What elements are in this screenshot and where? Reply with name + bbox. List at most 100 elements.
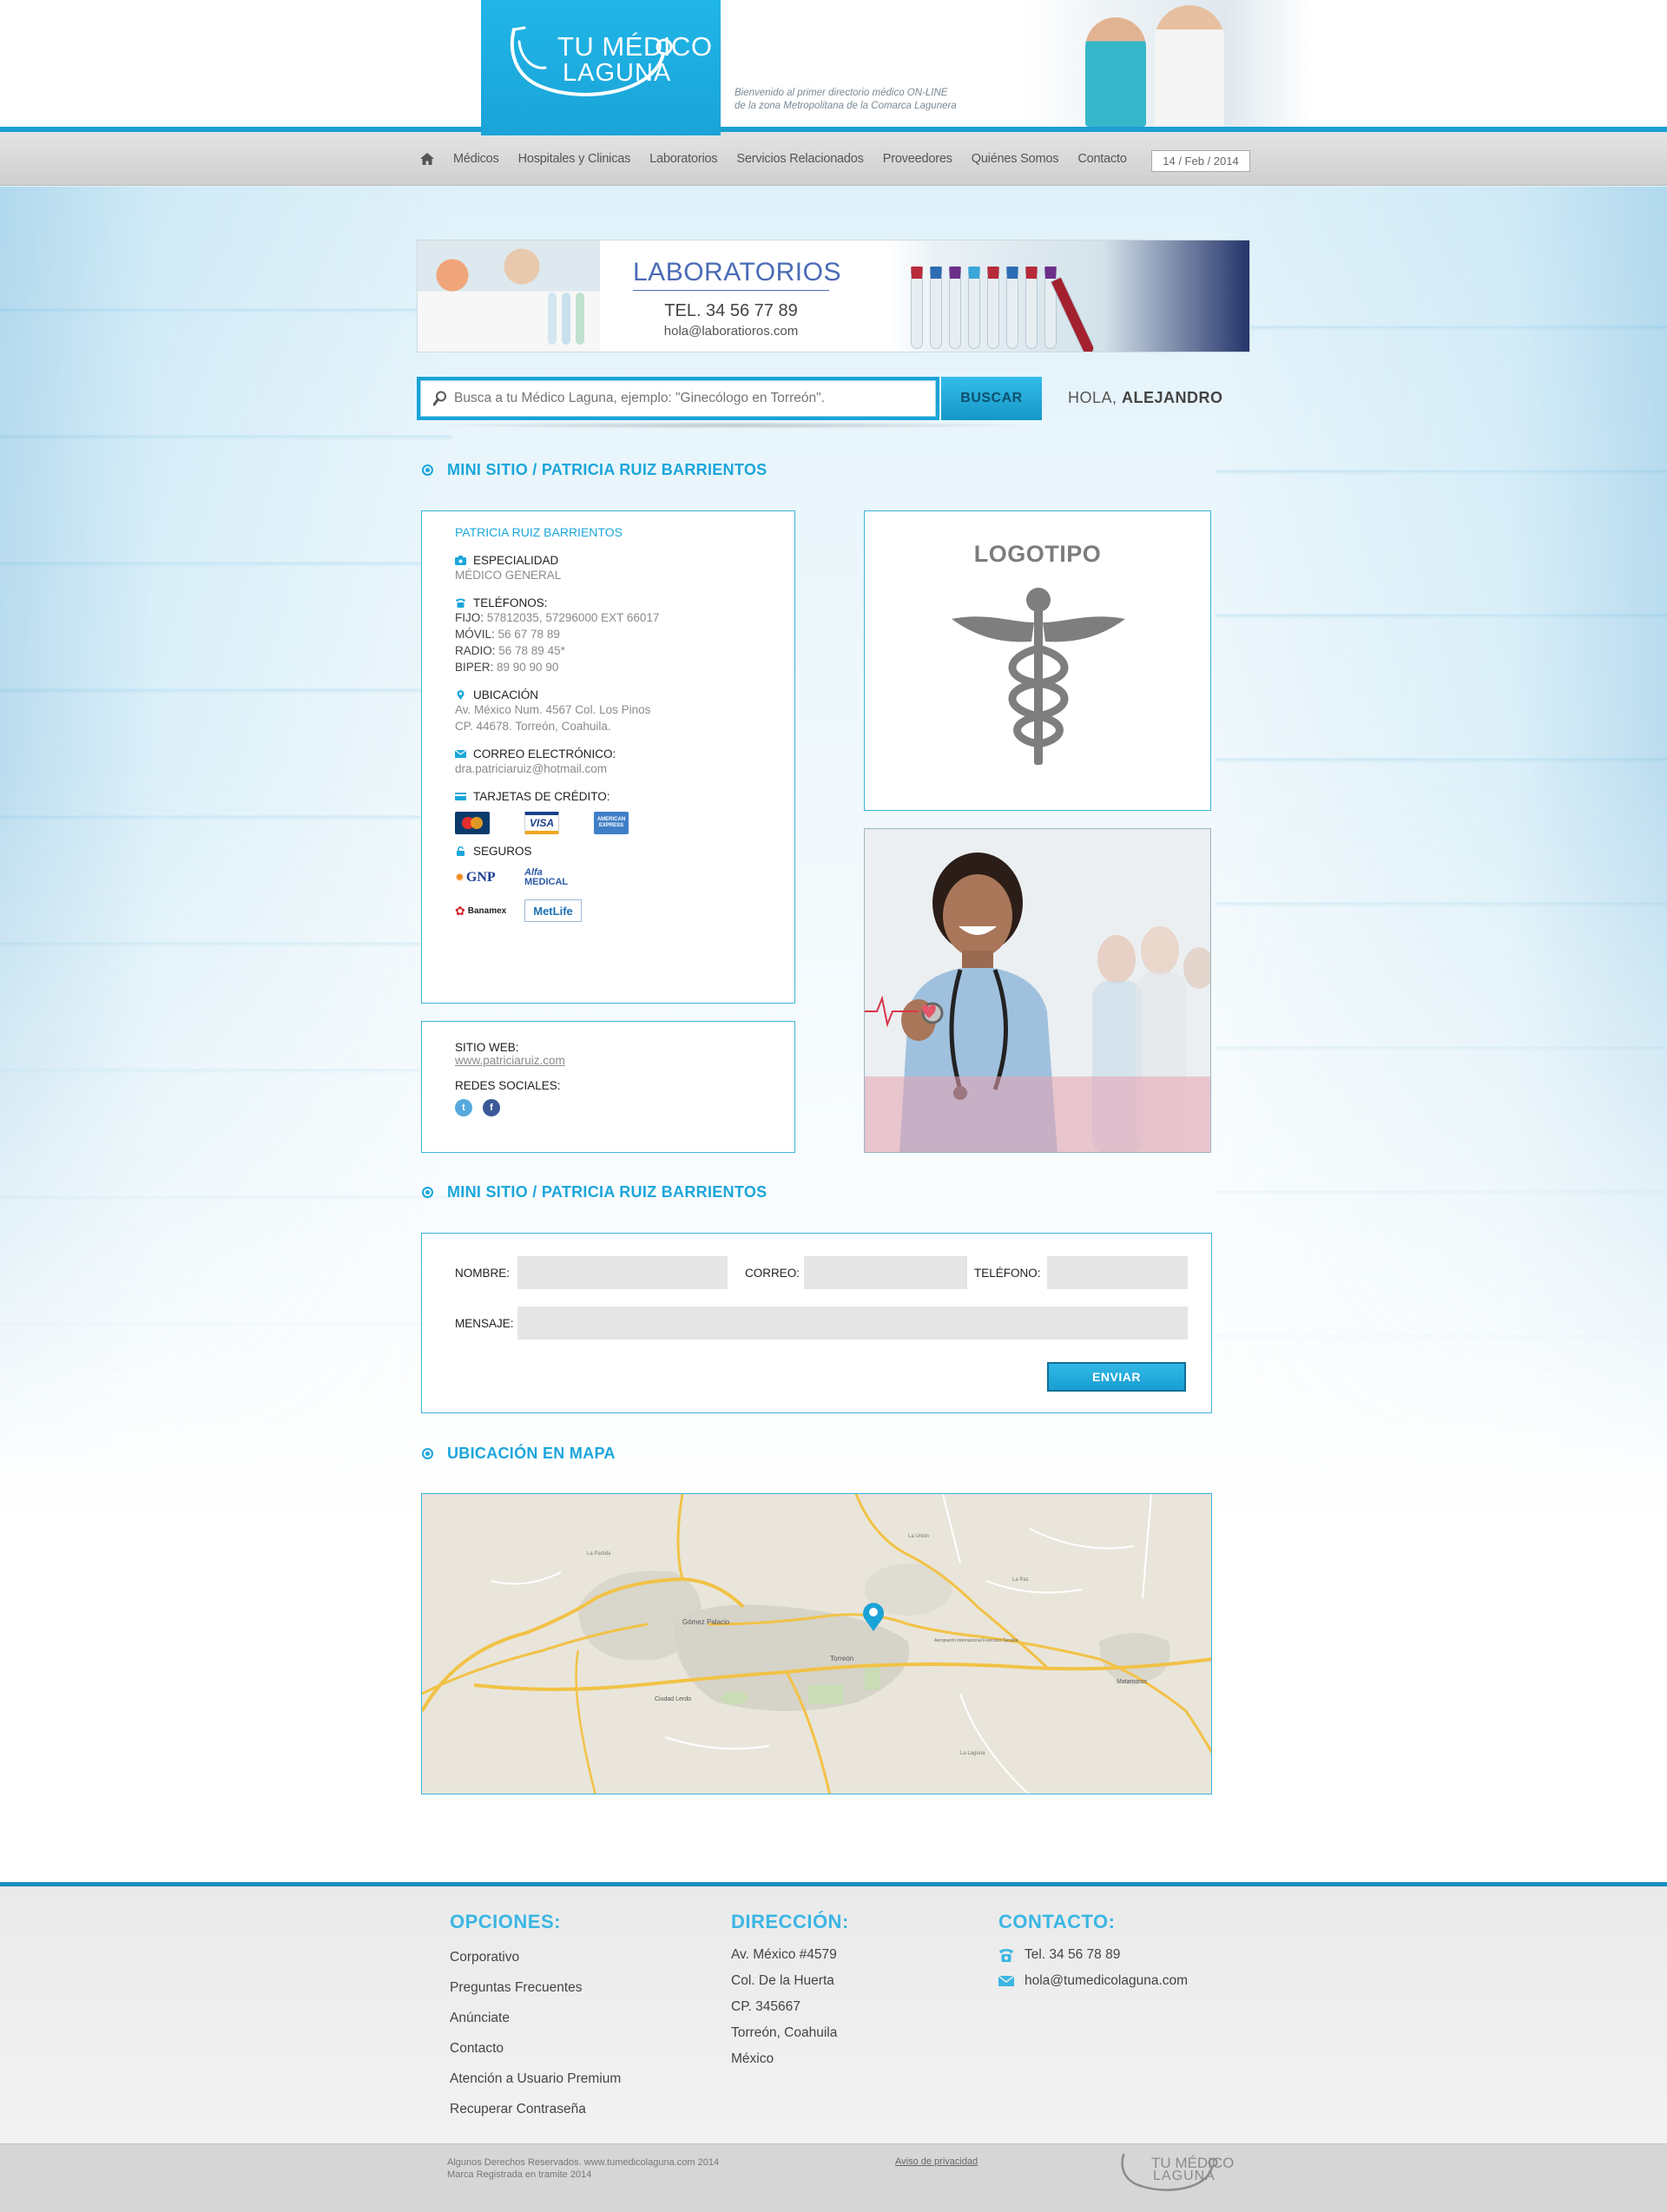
nav-item-servicios[interactable]: Servicios Relacionados xyxy=(736,152,864,166)
name-input[interactable] xyxy=(517,1256,728,1289)
banner-title: LABORATORIOS xyxy=(633,258,840,291)
website-label: SITIO WEB: xyxy=(455,1041,519,1054)
phones-label: TELÉFONOS: xyxy=(473,596,548,609)
bullet-icon xyxy=(422,1448,433,1459)
map-label-la-laguna: La Laguna xyxy=(960,1751,985,1756)
site-logo[interactable]: TU MÉDICO LAGUNA xyxy=(481,0,721,135)
footer-address-line: Av. México #4579 xyxy=(731,1947,837,1962)
amex-icon: AMERICAN EXPRESS xyxy=(594,812,629,834)
section-title-contact-form: MINI SITIO / PATRICIA RUIZ BARRIENTOS xyxy=(422,1183,767,1201)
footer-address-title: DIRECCIÓN: xyxy=(731,1911,849,1932)
insurance-label: SEGUROS xyxy=(473,845,532,858)
footer-link-corporativo[interactable]: Corporativo xyxy=(450,1942,621,1972)
message-label: MENSAJE: xyxy=(455,1317,514,1330)
phone-fijo: FIJO: 57812035, 57296000 EXT 66017 xyxy=(455,611,660,624)
banner-tel: TEL. 34 56 77 89 xyxy=(664,301,798,320)
envelope-icon xyxy=(998,1975,1014,1986)
tagline: Bienvenido al primer directorio médico O… xyxy=(735,88,957,111)
location-pin-icon xyxy=(457,690,465,700)
website-link[interactable]: www.patriciaruiz.com xyxy=(455,1054,794,1067)
nav-item-contacto[interactable]: Contacto xyxy=(1077,152,1127,166)
cards-label: TARJETAS DE CRÉDITO: xyxy=(473,790,610,803)
nav-item-quienes-somos[interactable]: Quiénes Somos xyxy=(972,152,1059,166)
phone-radio: RADIO: 56 78 89 45* xyxy=(455,644,565,657)
profile-card: PATRICIA RUIZ BARRIENTOS ESPECIALIDAD MÉ… xyxy=(421,510,795,1004)
map-label-ciudad-lerdo: Ciudad Lerdo xyxy=(655,1696,691,1702)
footer-address-line: Col. De la Huerta xyxy=(731,1973,834,1988)
alfa-medical-logo: Alfa MEDICAL xyxy=(524,867,569,887)
envelope-icon xyxy=(455,749,466,758)
mastercard-icon xyxy=(455,812,490,834)
nav-item-hospitales[interactable]: Hospitales y Clinicas xyxy=(518,152,631,166)
footer-link-anunciate[interactable]: Anúnciate xyxy=(450,2003,621,2033)
map-label-torreon: Torreón xyxy=(830,1655,853,1662)
credit-card-icon xyxy=(455,793,466,800)
footer-link-faq[interactable]: Preguntas Frecuentes xyxy=(450,1972,621,2003)
email-label: CORREO ELECTRÓNICO: xyxy=(473,747,616,760)
footer-link-premium[interactable]: Atención a Usuario Premium xyxy=(450,2064,621,2094)
map-label-matamoros: Matamoros xyxy=(1117,1679,1148,1685)
doctor-email[interactable]: dra.patriciaruiz@hotmail.com xyxy=(455,760,794,777)
location-line1: Av. México Num. 4567 Col. Los Pinos xyxy=(455,703,651,716)
location-line2: CP. 44678. Torreón, Coahuila. xyxy=(455,720,611,733)
doctor-name: PATRICIA RUIZ BARRIENTOS xyxy=(455,525,623,539)
background-corridor-right xyxy=(1216,187,1667,1489)
specialty-label: ESPECIALIDAD xyxy=(473,554,559,567)
footer-link-contacto[interactable]: Contacto xyxy=(450,2033,621,2064)
section-title-mini-site: MINI SITIO / PATRICIA RUIZ BARRIENTOS xyxy=(422,461,767,479)
header-doctors-photo xyxy=(1025,0,1311,127)
footer-contact-title: CONTACTO: xyxy=(998,1911,1116,1932)
email-input[interactable] xyxy=(804,1256,967,1289)
specialty-icon xyxy=(455,556,466,565)
phone-movil: MÓVIL: 56 67 78 89 xyxy=(455,628,560,641)
phone-biper: BIPER: 89 90 90 90 xyxy=(455,661,559,674)
map-label-la-partida: La Partida xyxy=(587,1551,611,1557)
footer-email[interactable]: hola@tumedicolaguna.com xyxy=(1025,1968,1188,1994)
logo-placeholder-title: LOGOTIPO xyxy=(973,541,1102,567)
twitter-icon[interactable]: t xyxy=(455,1099,472,1116)
name-label: NOMBRE: xyxy=(455,1267,511,1280)
search-bar xyxy=(417,377,939,420)
location-map[interactable]: Gómez Palacio Torreón Ciudad Lerdo Matam… xyxy=(421,1493,1212,1794)
message-input[interactable] xyxy=(517,1307,1188,1340)
search-input[interactable] xyxy=(454,391,906,406)
header: Bienvenido al primer directorio médico O… xyxy=(0,0,1667,128)
search-icon xyxy=(433,391,446,406)
footer: OPCIONES: Corporativo Preguntas Frecuent… xyxy=(0,1886,1667,2143)
banner-email: hola@laboratioros.com xyxy=(663,324,799,339)
map-label-la-union: La Unión xyxy=(908,1534,929,1539)
phone-input[interactable] xyxy=(1047,1256,1188,1289)
nav-item-laboratorios[interactable]: Laboratorios xyxy=(649,152,717,166)
search-button[interactable]: BUSCAR xyxy=(941,377,1042,420)
insurance-logos: ✹ GNP Alfa MEDICAL ✿ Banamex MetLife xyxy=(455,866,794,922)
main-nav: Médicos Hospitales y Clinicas Laboratori… xyxy=(0,132,1667,186)
lab-scientists-image xyxy=(418,240,600,352)
send-button[interactable]: ENVIAR xyxy=(1047,1362,1186,1392)
ad-banner-laboratorios[interactable]: LABORATORIOS TEL. 34 56 77 89 hola@labor… xyxy=(417,240,1250,352)
specialty-value: MÉDICO GENERAL xyxy=(455,569,562,582)
web-social-card: SITIO WEB: www.patriciaruiz.com REDES SO… xyxy=(421,1021,795,1153)
footer-options: OPCIONES: Corporativo Preguntas Frecuent… xyxy=(450,1911,621,2124)
home-icon[interactable] xyxy=(420,153,434,165)
test-tubes-image xyxy=(885,240,1249,352)
section-title-map: UBICACIÓN EN MAPA xyxy=(422,1445,616,1463)
user-name: ALEJANDRO xyxy=(1122,389,1223,406)
map-label-aeropuerto: Aeropuerto Internacional Francisco Sarab… xyxy=(934,1638,1018,1643)
footer-tel: Tel. 34 56 78 89 xyxy=(1025,1947,1121,1962)
map-label-gomez-palacio: Gómez Palacio xyxy=(682,1618,730,1626)
phone-label: TELÉFONO: xyxy=(974,1267,1041,1280)
footer-link-recuperar[interactable]: Recuperar Contraseña xyxy=(450,2094,621,2124)
bullet-icon xyxy=(422,1187,433,1198)
footer-address-line: México xyxy=(731,2051,774,2066)
background-corridor-left xyxy=(0,187,451,1489)
banamex-logo: ✿ Banamex xyxy=(455,903,507,918)
nav-item-proveedores[interactable]: Proveedores xyxy=(883,152,952,166)
location-label: UBICACIÓN xyxy=(473,688,539,701)
privacy-link[interactable]: Aviso de privacidad xyxy=(895,2156,978,2167)
footer-logo[interactable]: TU MÉDICO LAGUNA xyxy=(1120,2151,1234,2208)
email-label: CORREO: xyxy=(745,1267,801,1280)
nav-item-medicos[interactable]: Médicos xyxy=(453,152,499,166)
facebook-icon[interactable]: f xyxy=(483,1099,500,1116)
metlife-logo: MetLife xyxy=(524,899,582,922)
logo-placeholder-card: LOGOTIPO xyxy=(864,510,1211,811)
